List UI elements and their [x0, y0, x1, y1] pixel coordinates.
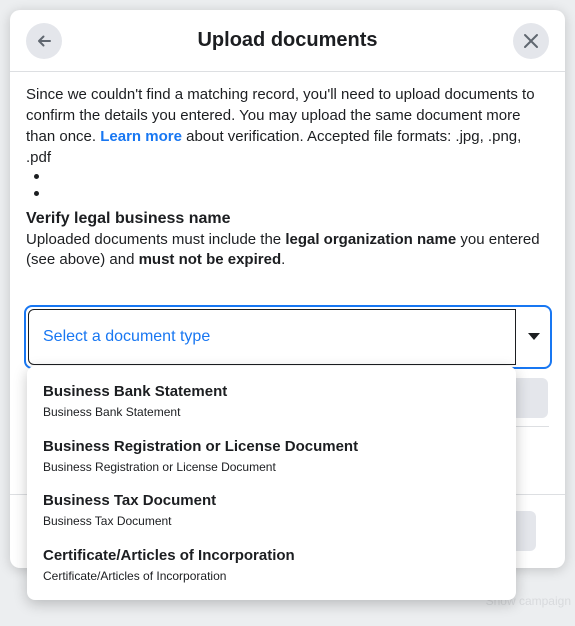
menu-option[interactable]: Business Registration or License Documen… [27, 435, 516, 490]
document-type-select-field[interactable]: Select a document type [28, 309, 516, 365]
option-title: Certificate/Articles of Incorporation [43, 546, 295, 564]
document-type-select[interactable]: Select a document type [24, 305, 552, 369]
select-placeholder: Select a document type [43, 328, 211, 345]
close-icon [524, 34, 538, 48]
menu-option[interactable]: Certificate/Articles of Incorporation Ce… [27, 544, 516, 599]
intro-text: Since we couldn't find a matching record… [26, 84, 549, 168]
section-desc-bold: must not be expired [138, 251, 282, 268]
option-title: Business Tax Document [43, 492, 217, 509]
option-title: Business Bank Statement [43, 383, 228, 400]
menu-option[interactable]: Business Bank Statement Business Bank St… [27, 380, 516, 435]
caret-down-icon [528, 333, 540, 340]
option-subtitle: Certificate/Articles of Incorporation [43, 568, 227, 583]
section-desc-part: Uploaded documents must include the [26, 231, 286, 248]
vertical-dots-icon [34, 174, 44, 196]
divider [515, 426, 549, 427]
option-subtitle: Business Registration or License Documen… [43, 459, 276, 474]
option-title: Business Registration or License Documen… [43, 437, 359, 455]
back-button[interactable] [26, 23, 62, 59]
section-description: Uploaded documents must include the lega… [26, 230, 549, 270]
section-desc-part: . [281, 251, 286, 268]
arrow-left-icon [38, 35, 51, 47]
document-type-menu: Business Bank Statement Business Bank St… [27, 366, 516, 600]
menu-option[interactable]: Business Tax Document Business Tax Docum… [27, 489, 516, 544]
close-button[interactable] [513, 23, 549, 59]
learn-more-link[interactable]: Learn more [100, 128, 182, 145]
section-desc-bold: legal organization name [285, 231, 457, 248]
option-subtitle: Business Tax Document [43, 514, 172, 528]
option-subtitle: Business Bank Statement [43, 405, 181, 419]
dialog-body: Since we couldn't find a matching record… [10, 72, 565, 270]
section-title: Verify legal business name [26, 210, 231, 227]
dialog-title: Upload documents [197, 29, 378, 51]
dialog-header: Upload documents [10, 10, 565, 72]
dropdown-toggle[interactable] [524, 327, 544, 347]
